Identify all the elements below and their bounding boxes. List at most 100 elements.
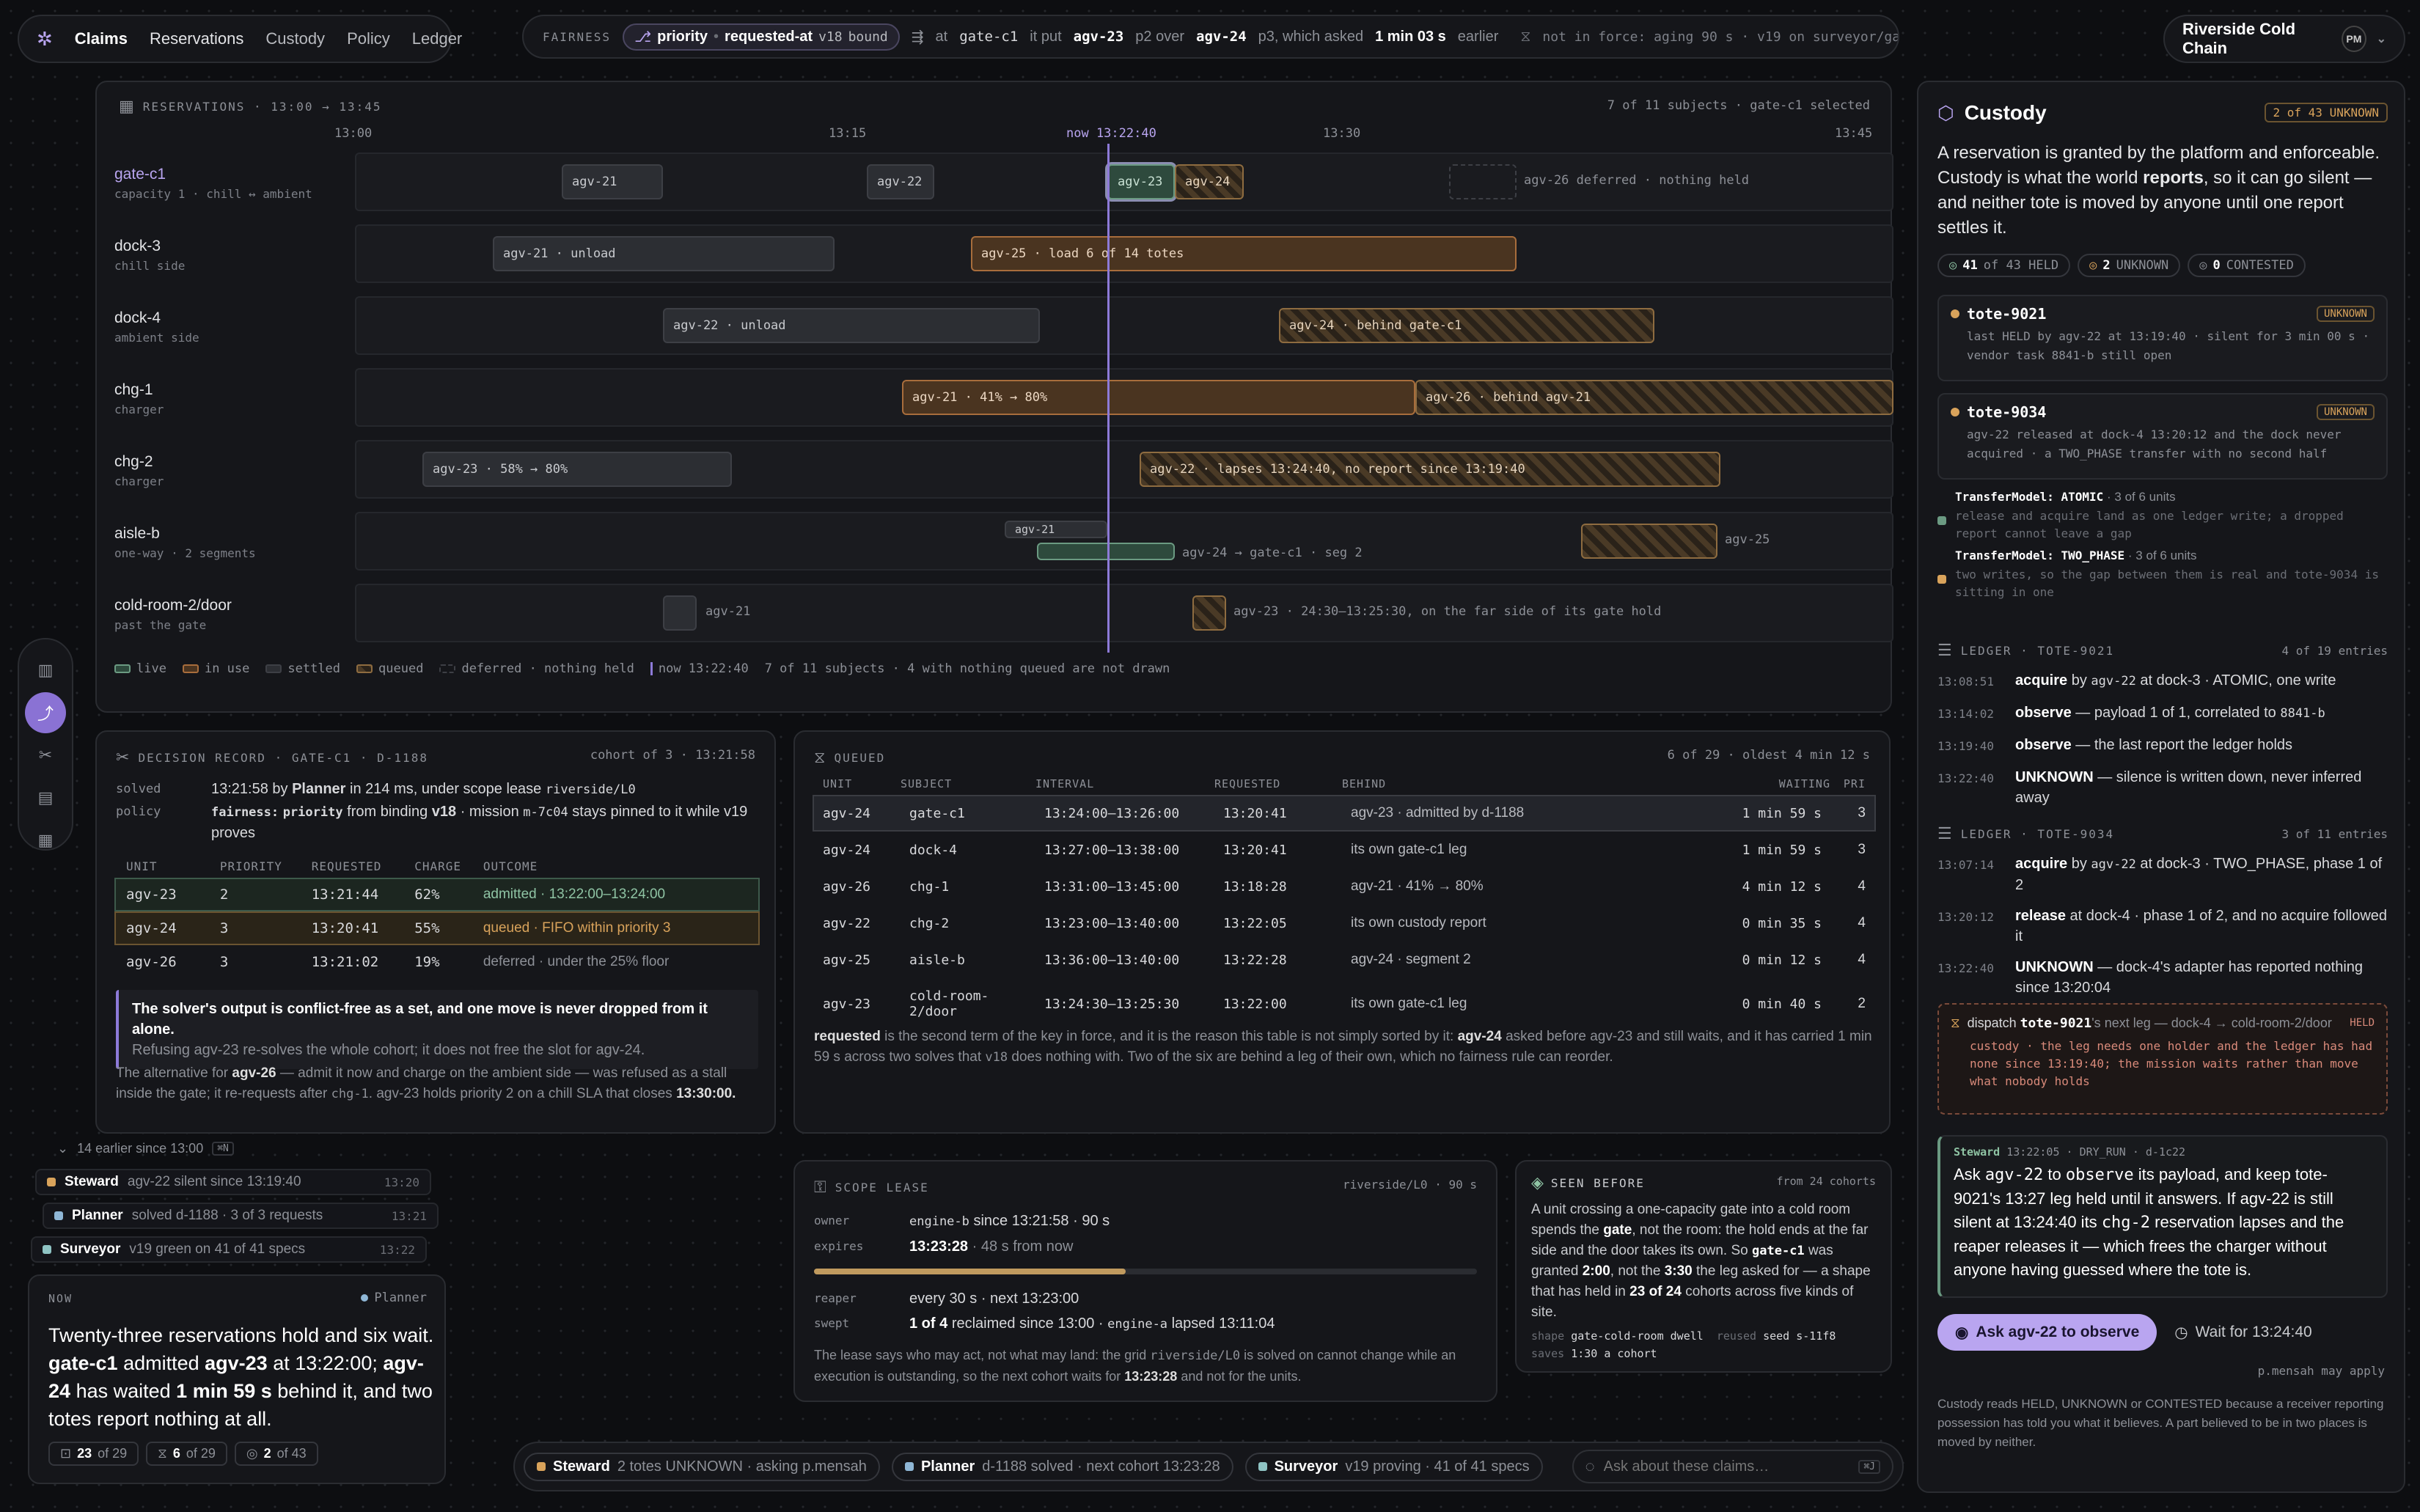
bar[interactable]: agv-21 · unload <box>493 236 835 271</box>
stat[interactable]: ◎ 2 of 43 <box>234 1442 318 1466</box>
stat-held[interactable]: ◎ 41 of 43 HELD <box>1937 254 2071 277</box>
agent-planner[interactable]: Planner d-1188 solved · next cohort 13:23… <box>891 1452 1233 1481</box>
col: UNIT <box>823 777 853 790</box>
chat-icon: ◌ <box>1585 1457 1595 1475</box>
nav-custody[interactable]: Custody <box>265 29 325 48</box>
org-switcher[interactable]: Riverside Cold Chain PM ⌄ <box>2163 15 2405 63</box>
document-icon[interactable]: ▦ <box>25 820 66 861</box>
ask-input[interactable] <box>1603 1458 1850 1475</box>
custody-stats: ◎ 41 of 43 HELD ◎ 2 UNKNOWN ◎ 0 CONTESTED <box>1937 254 2306 277</box>
route-icon[interactable]: ⤴ <box>25 692 66 733</box>
fair-at: at <box>935 28 948 45</box>
table-row[interactable]: agv-23 2 13:21:44 62% admitted · 13:22:00–13… <box>114 878 760 911</box>
chevron-down-icon: ⌄ <box>57 1141 69 1156</box>
nav-ledger[interactable]: Ledger <box>412 29 463 48</box>
tote-card[interactable]: tote-9034 UNKNOWN agv-22 released at doc… <box>1937 393 2388 480</box>
table-row[interactable]: agv-24 dock-4 13:27:00–13:38:00 13:20:41 its… <box>814 833 1874 867</box>
bar[interactable]: agv-25 · load 6 of 14 totes <box>971 236 1517 271</box>
track: agv-23 · 58% → 80% agv-22 · lapses 13:24… <box>355 440 1893 499</box>
table-row[interactable]: agv-26 chg-1 13:31:00–13:45:00 13:18:28 agv-… <box>814 870 1874 903</box>
nav-claims[interactable]: Claims <box>75 29 128 48</box>
bar[interactable] <box>1192 595 1226 631</box>
track: agv-21 · unload agv-25 · load 6 of 14 to… <box>355 224 1893 283</box>
bar[interactable]: agv-23 · 58% → 80% <box>422 452 732 487</box>
bar[interactable]: agv-22 · unload <box>663 308 1040 343</box>
bar[interactable]: agv-21 <box>1005 521 1107 538</box>
seen-title: SEEN BEFORE <box>1550 1175 1645 1190</box>
question-icon: ◎ <box>2089 258 2097 273</box>
policy-v6: m-7c04 <box>523 805 568 820</box>
bar[interactable] <box>1581 524 1717 559</box>
track: agv-22 · unload agv-24 · behind gate-c1 <box>355 296 1893 355</box>
bar-selected[interactable]: agv-23 <box>1107 164 1175 199</box>
stat-contested[interactable]: ◎ 0 CONTESTED <box>2188 254 2306 277</box>
led-verb: UNKNOWN <box>2015 769 2094 785</box>
cell: 13:36:00–13:40:00 <box>1044 952 1180 968</box>
feed-item[interactable]: Steward agv-22 silent since 13:19:40 13:20 <box>35 1169 431 1195</box>
bar[interactable]: agv-22 <box>867 164 934 199</box>
ask-box[interactable]: ◌ ⌘J <box>1572 1450 1893 1483</box>
res-row-aisle-b[interactable]: aisle-b one-way · 2 segments agv-21 agv-2… <box>114 512 1893 570</box>
f2: is the second term of the key in force, … <box>884 1029 1454 1044</box>
status-dot <box>1951 309 1959 318</box>
res-row-chg-2[interactable]: chg-2 charger agv-23 · 58% → 80% agv-22 ·… <box>114 440 1893 499</box>
tote-card[interactable]: tote-9021 UNKNOWN last HELD by agv-22 at… <box>1937 295 2388 381</box>
stat-unknown[interactable]: ◎ 2 UNKNOWN <box>2078 254 2181 277</box>
map-icon[interactable]: ▥ <box>25 650 66 691</box>
expires-key: expires <box>814 1239 864 1253</box>
nav-reservations[interactable]: Reservations <box>150 29 243 48</box>
track: agv-21 · 41% → 80% agv-26 · behind agv-2… <box>355 368 1893 427</box>
bar[interactable] <box>1037 543 1175 560</box>
bar[interactable]: agv-24 · behind gate-c1 <box>1279 308 1654 343</box>
wait-button[interactable]: ◷ Wait for 13:24:40 <box>2174 1324 2311 1342</box>
callout: The solver's output is conflict-free as … <box>116 990 758 1069</box>
table-row[interactable]: agv-26 3 13:21:02 19% deferred · under the 2… <box>116 947 758 977</box>
agent-surveyor[interactable]: Surveyor v19 proving · 41 of 41 specs <box>1244 1452 1543 1481</box>
held-card[interactable]: ⧖ dispatch tote-9021's next leg — dock-4… <box>1937 1003 2388 1115</box>
ledger-tote-9021: ☰ LEDGER · TOTE-9021 4 of 19 entries 13:0… <box>1937 641 2388 808</box>
clipboard-icon[interactable]: ▤ <box>25 777 66 818</box>
feed-item[interactable]: Planner solved d-1188 · 3 of 3 requests 13… <box>43 1203 439 1229</box>
bar[interactable]: agv-26 · behind agv-21 <box>1415 380 1893 415</box>
led-t: by <box>2071 856 2087 872</box>
table-row[interactable]: agv-25 aisle-b 13:36:00–13:40:00 13:22:28 ag… <box>814 943 1874 977</box>
nav-policy[interactable]: Policy <box>347 29 390 48</box>
col: PRI <box>1843 777 1866 790</box>
res-row-dock-3[interactable]: dock-3 chill side agv-21 · unload agv-25 … <box>114 224 1893 283</box>
list-icon: ⇶ <box>911 29 924 45</box>
fairness-key-pill[interactable]: ⎇ priority • requested-at v18 bound <box>623 23 900 51</box>
bar[interactable]: agv-21 · 41% → 80% <box>902 380 1415 415</box>
row-sub: past the gate <box>114 618 207 632</box>
table-row[interactable]: agv-24 3 13:20:41 55% queued · FIFO within p… <box>114 911 760 945</box>
owner-key: owner <box>814 1214 850 1227</box>
res-row-dock-4[interactable]: dock-4 ambient side agv-22 · unload agv-2… <box>114 296 1893 355</box>
led-t: 8841-b <box>2280 706 2325 721</box>
table-row[interactable]: agv-24 gate-c1 13:24:00–13:26:00 13:20:41 ag… <box>813 795 1876 832</box>
ask-observe-button[interactable]: ◉ Ask agv-22 to observe <box>1937 1314 2157 1351</box>
res-row-chg-1[interactable]: chg-1 charger agv-21 · 41% → 80% agv-26 ·… <box>114 368 1893 427</box>
table-row[interactable]: agv-23 cold-room-2/door 13:24:30–13:25:30 1… <box>814 980 1874 1028</box>
scissors-icon[interactable]: ✂ <box>25 735 66 776</box>
bar[interactable] <box>663 595 697 631</box>
feed-summary[interactable]: ⌄ 14 earlier since 13:00 ⌘N <box>57 1141 234 1156</box>
res-row-gate-c1[interactable]: gate-c1 capacity 1 · chill ↔ ambient agv-… <box>114 153 1893 211</box>
held-desc: custody · the leg needs one holder and t… <box>1970 1039 2373 1088</box>
bar[interactable]: agv-21 <box>562 164 663 199</box>
stat[interactable]: ⧖ 6 of 29 <box>146 1442 227 1466</box>
res-row-cold-room[interactable]: cold-room-2/door past the gate agv-21 agv… <box>114 584 1893 642</box>
feed-text: solved d-1188 · 3 of 3 requests <box>131 1208 323 1223</box>
cell: 3 <box>219 954 229 970</box>
bar[interactable] <box>1449 164 1517 199</box>
s: UNKNOWN <box>2116 258 2169 273</box>
bar[interactable]: agv-22 · lapses 13:24:40, no report sinc… <box>1140 452 1720 487</box>
kbd: ⌘N <box>212 1142 234 1156</box>
feed-summary-text: 14 earlier since 13:00 <box>77 1141 204 1156</box>
bar[interactable]: agv-24 <box>1175 164 1244 199</box>
legend-live: live <box>136 661 166 676</box>
col: UNIT <box>126 859 158 873</box>
s: 41 <box>1962 258 1978 273</box>
table-row[interactable]: agv-22 chg-2 13:23:00–13:40:00 13:22:05 its … <box>814 906 1874 940</box>
feed-item[interactable]: Surveyor v19 green on 41 of 41 specs 13:22 <box>31 1236 427 1263</box>
agent-steward[interactable]: Steward 2 totes UNKNOWN · asking p.mensah <box>524 1452 880 1481</box>
stat[interactable]: ⊡ 23 of 29 <box>48 1442 139 1466</box>
